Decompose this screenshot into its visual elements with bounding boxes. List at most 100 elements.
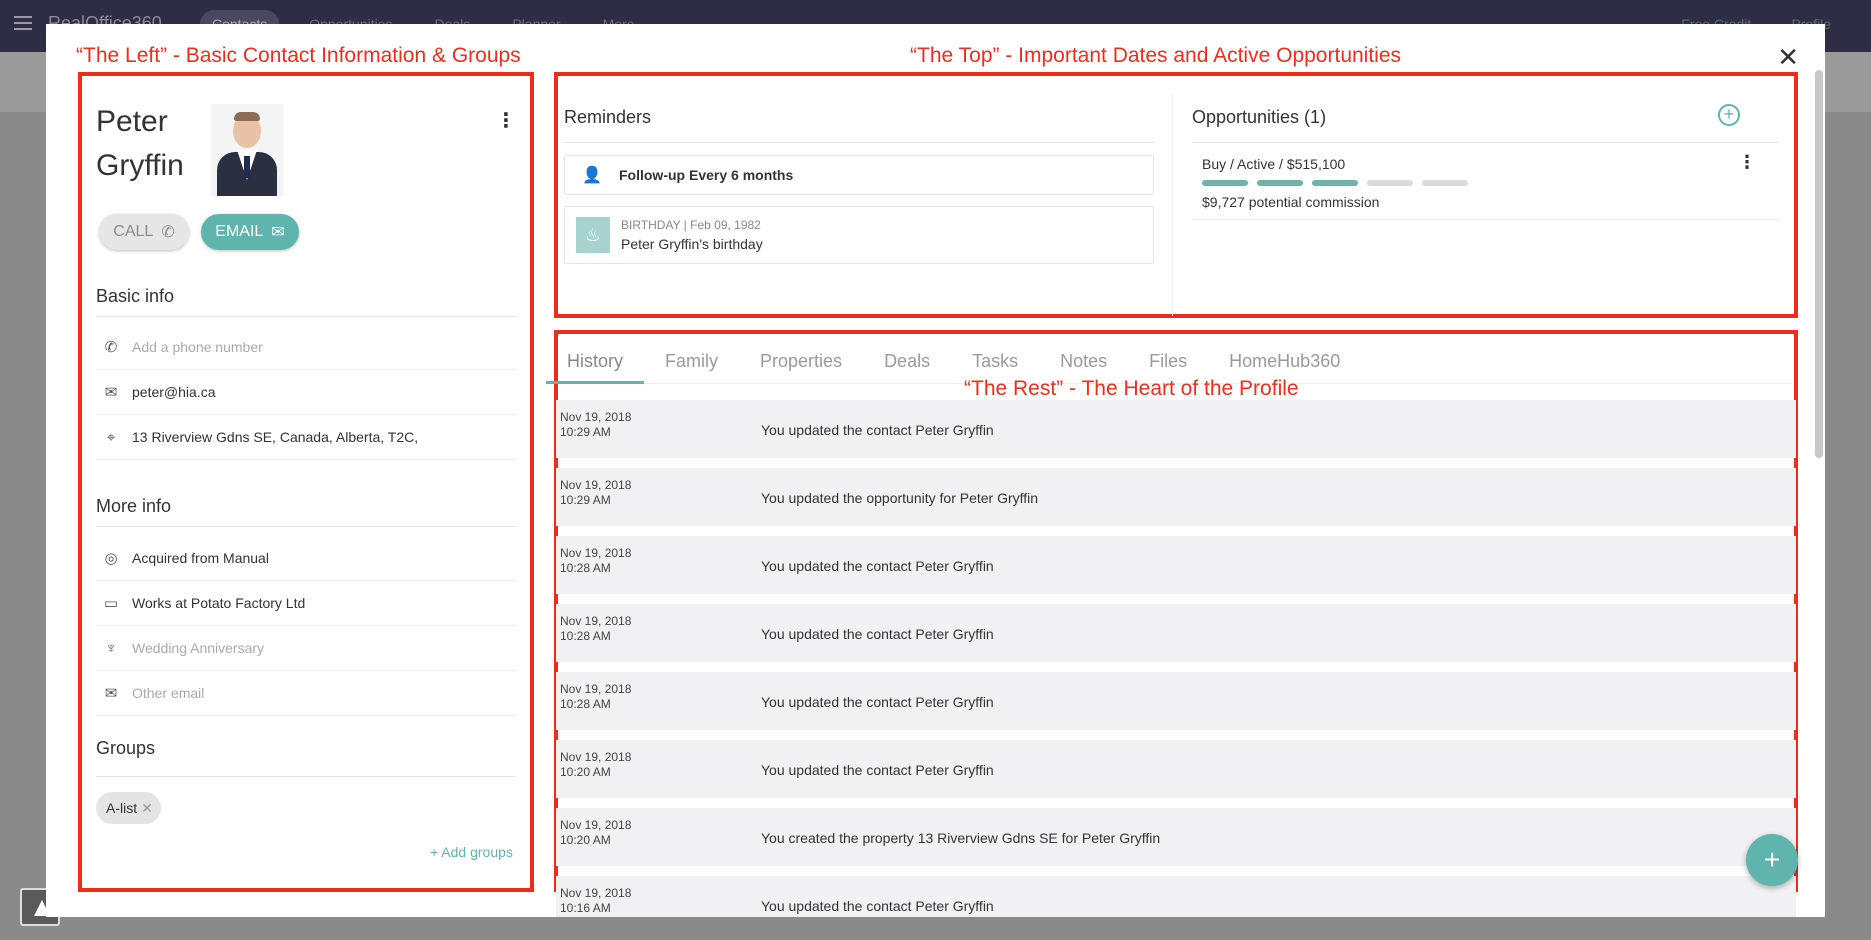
birthday-label: Peter Gryffin's birthday bbox=[621, 236, 763, 252]
history-date: Nov 19, 2018 10:16 AM bbox=[560, 886, 632, 915]
groups-title: Groups bbox=[96, 738, 156, 758]
add-fab-button[interactable]: + bbox=[1746, 834, 1798, 886]
more-info-title: More info bbox=[96, 496, 172, 516]
phone-icon: ✆ bbox=[104, 339, 118, 356]
user-clock-icon: 👤 bbox=[582, 167, 602, 184]
history-row[interactable]: Nov 19, 2018 10:20 AM You updated the con… bbox=[556, 740, 1796, 798]
add-opportunity-icon[interactable]: + bbox=[1718, 104, 1740, 126]
progress-step bbox=[1312, 180, 1358, 186]
contact-first-name: Peter bbox=[96, 105, 168, 138]
opportunity-progress bbox=[1202, 180, 1468, 186]
history-row[interactable]: Nov 19, 2018 10:16 AM You updated the con… bbox=[556, 876, 1796, 917]
phone-row[interactable]: ✆ Add a phone number bbox=[96, 325, 516, 370]
history-text: You created the property 13 Riverview Gd… bbox=[761, 830, 1161, 846]
annotation-left-box bbox=[78, 72, 534, 892]
group-chip-label: A-list bbox=[106, 800, 138, 816]
history-row[interactable]: Nov 19, 2018 10:29 AM You updated the opp… bbox=[556, 468, 1796, 526]
opportunity-more-icon[interactable]: ⋮ bbox=[1738, 152, 1756, 173]
target-icon: ◎ bbox=[104, 550, 118, 567]
other-email-row[interactable]: ✉ Other email bbox=[96, 671, 516, 716]
address-value[interactable]: 13 Riverview Gdns SE, Canada, Alberta, T… bbox=[132, 429, 418, 445]
works-at-value[interactable]: Works at Potato Factory Ltd bbox=[132, 595, 305, 611]
anniversary-row[interactable]: ♆ Wedding Anniversary bbox=[96, 626, 516, 671]
envelope-icon: ✉ bbox=[271, 224, 285, 241]
phone-icon: ✆ bbox=[161, 224, 175, 241]
basic-info-title: Basic info bbox=[96, 286, 175, 306]
history-row[interactable]: Nov 19, 2018 10:28 AM You updated the con… bbox=[556, 672, 1796, 730]
anniversary-placeholder[interactable]: Wedding Anniversary bbox=[132, 640, 264, 656]
birthday-meta: BIRTHDAY | Feb 09, 1982 bbox=[621, 218, 761, 232]
email-value[interactable]: peter@hia.ca bbox=[132, 384, 215, 400]
tab-properties[interactable]: Properties bbox=[739, 338, 863, 384]
email-label: EMAIL bbox=[215, 223, 264, 240]
other-email-placeholder[interactable]: Other email bbox=[132, 685, 204, 701]
divider bbox=[1192, 142, 1778, 143]
progress-step bbox=[1257, 180, 1303, 186]
contact-more-icon[interactable]: ⋮ bbox=[496, 108, 516, 133]
address-row[interactable]: ⌖ 13 Riverview Gdns SE, Canada, Alberta,… bbox=[96, 415, 516, 460]
history-text: You updated the contact Peter Gryffin bbox=[761, 422, 994, 438]
divider bbox=[96, 526, 516, 527]
call-button[interactable]: CALL ✆ bbox=[99, 214, 189, 250]
opportunity-commission: $9,727 potential commission bbox=[1202, 194, 1380, 210]
history-text: You updated the contact Peter Gryffin bbox=[761, 626, 994, 642]
tab-family[interactable]: Family bbox=[644, 338, 739, 384]
history-text: You updated the contact Peter Gryffin bbox=[761, 762, 994, 778]
envelope-icon: ✉ bbox=[104, 384, 118, 401]
annotation-rest-title: “The Rest” - The Heart of the Profile bbox=[964, 377, 1299, 400]
menu-icon[interactable] bbox=[14, 16, 32, 30]
history-text: You updated the contact Peter Gryffin bbox=[761, 558, 994, 574]
email-button[interactable]: EMAIL ✉ bbox=[201, 214, 299, 250]
tab-deals[interactable]: Deals bbox=[863, 338, 951, 384]
wine-glass-icon: ♆ bbox=[105, 639, 117, 657]
birthday-reminder[interactable]: ♨ BIRTHDAY | Feb 09, 1982 Peter Gryffin'… bbox=[564, 206, 1154, 264]
avatar bbox=[211, 104, 283, 196]
history-row[interactable]: Nov 19, 2018 10:20 AM You created the pro… bbox=[556, 808, 1796, 866]
opportunity-label: Buy / Active / $515,100 bbox=[1202, 156, 1346, 172]
history-date: Nov 19, 2018 10:20 AM bbox=[560, 818, 632, 847]
email-row[interactable]: ✉ peter@hia.ca bbox=[96, 370, 516, 415]
acquired-value[interactable]: Acquired from Manual bbox=[132, 550, 269, 566]
briefcase-icon: ▭ bbox=[103, 595, 119, 612]
history-row[interactable]: Nov 19, 2018 10:28 AM You updated the con… bbox=[556, 536, 1796, 594]
history-row[interactable]: Nov 19, 2018 10:29 AM You updated the con… bbox=[556, 400, 1796, 458]
contact-last-name: Gryffin bbox=[96, 149, 184, 182]
modal-scrollbar[interactable] bbox=[1815, 70, 1823, 458]
history-date: Nov 19, 2018 10:28 AM bbox=[560, 614, 632, 643]
history-date: Nov 19, 2018 10:28 AM bbox=[560, 682, 632, 711]
envelope-icon: ✉ bbox=[104, 685, 118, 702]
opportunities-title: Opportunities (1) bbox=[1192, 107, 1327, 127]
followup-text: Follow-up Every 6 months bbox=[619, 167, 794, 183]
history-text: You updated the contact Peter Gryffin bbox=[761, 898, 994, 914]
call-label: CALL bbox=[113, 223, 154, 240]
history-date: Nov 19, 2018 10:29 AM bbox=[560, 478, 632, 507]
phone-placeholder[interactable]: Add a phone number bbox=[132, 339, 263, 355]
reminders-title: Reminders bbox=[564, 107, 652, 127]
divider bbox=[564, 142, 1154, 143]
divider bbox=[1172, 94, 1173, 316]
location-pin-icon: ⌖ bbox=[106, 428, 116, 446]
tab-history[interactable]: History bbox=[546, 338, 645, 384]
followup-reminder[interactable]: 👤 Follow-up Every 6 months bbox=[564, 155, 1154, 195]
divider bbox=[96, 776, 516, 777]
history-date: Nov 19, 2018 10:20 AM bbox=[560, 750, 632, 779]
birthday-cake-icon: ♨ bbox=[576, 217, 610, 253]
close-icon[interactable]: ✕ bbox=[1777, 44, 1799, 70]
history-date: Nov 19, 2018 10:28 AM bbox=[560, 546, 632, 575]
remove-chip-icon[interactable]: ✕ bbox=[141, 800, 153, 817]
contact-profile-modal: ✕ “The Left” - Basic Contact Information… bbox=[46, 24, 1825, 917]
annotation-top-title: “The Top” - Important Dates and Active O… bbox=[910, 44, 1402, 67]
acquired-row[interactable]: ◎ Acquired from Manual bbox=[96, 536, 516, 581]
progress-step bbox=[1367, 180, 1413, 186]
annotation-left-title: “The Left” - Basic Contact Information &… bbox=[76, 44, 521, 67]
history-row[interactable]: Nov 19, 2018 10:28 AM You updated the con… bbox=[556, 604, 1796, 662]
add-groups-link[interactable]: + Add groups bbox=[430, 844, 513, 860]
history-text: You updated the opportunity for Peter Gr… bbox=[761, 490, 1039, 506]
progress-step bbox=[1422, 180, 1468, 186]
group-chip[interactable]: A-list ✕ bbox=[96, 792, 161, 824]
opportunity-item[interactable]: Buy / Active / $515,100 ⋮ $9,727 potenti… bbox=[1192, 144, 1778, 220]
divider bbox=[96, 316, 516, 317]
works-at-row[interactable]: ▭ Works at Potato Factory Ltd bbox=[96, 581, 516, 626]
history-text: You updated the contact Peter Gryffin bbox=[761, 694, 994, 710]
history-date: Nov 19, 2018 10:29 AM bbox=[560, 410, 632, 439]
